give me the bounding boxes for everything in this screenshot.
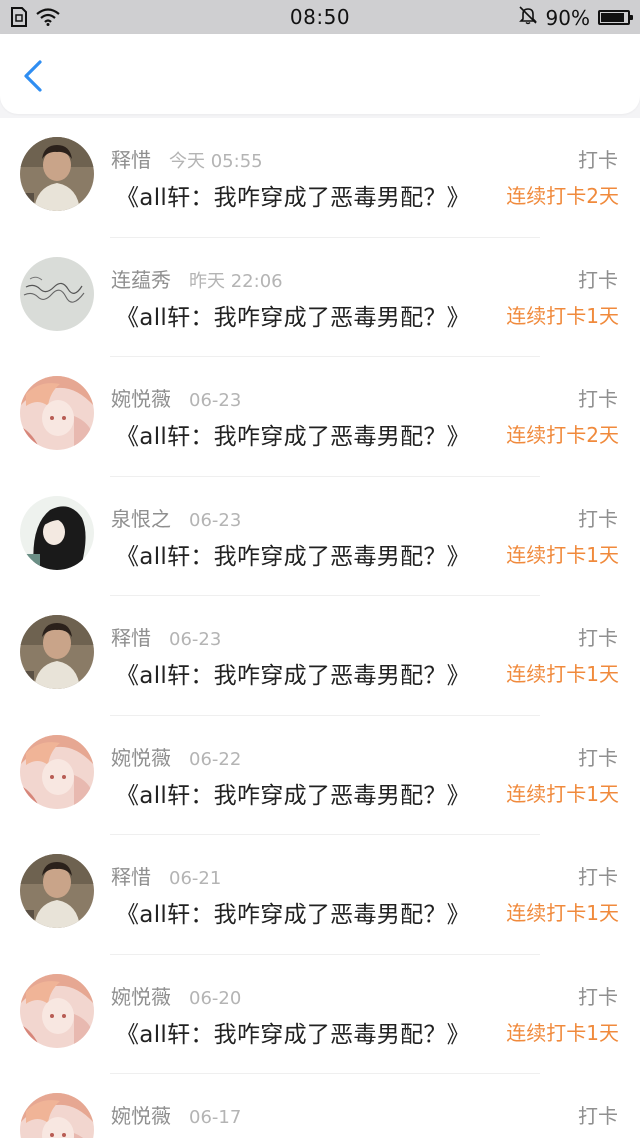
- streak-label: 连续打卡1天: [506, 303, 619, 328]
- book-title[interactable]: 《all轩：我咋穿成了恶毒男配？》: [116, 776, 470, 810]
- user-name[interactable]: 泉恨之: [111, 507, 171, 531]
- name-line: 释惜 06-23: [111, 622, 221, 651]
- streak-label: 连续打卡1天: [506, 662, 619, 686]
- post-time: 06-23: [189, 509, 242, 531]
- checkin-tag: 打卡: [578, 745, 618, 770]
- avatar-anime-girl[interactable]: [20, 1093, 94, 1138]
- user-name[interactable]: 婉悦薇: [111, 1104, 171, 1128]
- checkin-tag: 打卡: [578, 148, 618, 172]
- name-line: 释惜 今天 05:55: [111, 144, 263, 173]
- post-time: 今天 05:55: [169, 151, 263, 172]
- back-button[interactable]: [14, 56, 54, 96]
- avatar-man[interactable]: [20, 615, 94, 689]
- streak-label: 连续打卡2天: [506, 184, 619, 208]
- post-time: 06-20: [189, 987, 242, 1009]
- avatar-dark-hair[interactable]: [20, 495, 94, 570]
- avatar-anime-girl[interactable]: [20, 973, 94, 1048]
- streak-label: 连续打卡1天: [506, 781, 619, 806]
- book-title[interactable]: 《all轩：我咋穿成了恶毒男配？》: [116, 298, 470, 332]
- user-name[interactable]: 婉悦薇: [111, 985, 171, 1009]
- chevron-left-icon: [24, 60, 42, 92]
- user-name[interactable]: 释惜: [111, 865, 151, 889]
- name-line: 连蕴秀 昨天 22:06: [111, 264, 283, 293]
- post-time: 06-23: [169, 629, 222, 650]
- screen: 08:50 90% 释惜 今天 05:55 《all轩：我咋穿成了恶毒男配？》 …: [0, 0, 640, 1138]
- battery-percent: 90%: [545, 5, 590, 30]
- streak-label: 连续打卡1天: [506, 1020, 619, 1045]
- checkin-tag: 打卡: [578, 506, 618, 531]
- nav-bar: [0, 34, 640, 114]
- list-item-1[interactable]: 释惜 今天 05:55 《all轩：我咋穿成了恶毒男配？》 打卡 连续打卡2天: [0, 118, 640, 238]
- checkin-tag: 打卡: [578, 984, 618, 1009]
- streak-label: 连续打卡1天: [506, 542, 619, 567]
- post-time: 06-22: [189, 748, 242, 770]
- status-right: 90%: [518, 5, 633, 30]
- name-line: 释惜 06-21: [111, 861, 221, 890]
- user-name[interactable]: 释惜: [111, 626, 151, 650]
- checkin-list: 释惜 今天 05:55 《all轩：我咋穿成了恶毒男配？》 打卡 连续打卡2天 连…: [0, 118, 640, 1138]
- avatar-handwriting[interactable]: [20, 256, 94, 331]
- book-title[interactable]: 《all轩：我咋穿成了恶毒男配？》: [116, 1134, 470, 1138]
- name-line: 婉悦薇 06-23: [111, 383, 241, 412]
- battery-fill: [601, 13, 625, 22]
- name-line: 婉悦薇 06-22: [111, 742, 241, 771]
- list-item-3[interactable]: 婉悦薇 06-23 《all轩：我咋穿成了恶毒男配？》 打卡 连续打卡2天: [0, 357, 640, 477]
- checkin-tag: 打卡: [578, 267, 618, 292]
- status-bar: 08:50 90%: [0, 0, 640, 34]
- streak-label: 连续打卡2天: [506, 423, 619, 447]
- avatar-anime-girl[interactable]: [20, 734, 94, 809]
- list-item-9[interactable]: 婉悦薇 06-17 《all轩：我咋穿成了恶毒男配？》 打卡: [0, 1074, 640, 1138]
- user-name[interactable]: 连蕴秀: [111, 268, 171, 292]
- book-title[interactable]: 《all轩：我咋穿成了恶毒男配？》: [116, 178, 470, 212]
- book-title[interactable]: 《all轩：我咋穿成了恶毒男配？》: [116, 1015, 470, 1049]
- post-time: 06-21: [169, 868, 222, 889]
- book-title[interactable]: 《all轩：我咋穿成了恶毒男配？》: [116, 537, 470, 571]
- streak-label: 连续打卡1天: [506, 901, 619, 925]
- name-line: 婉悦薇 06-20: [111, 981, 241, 1010]
- user-name[interactable]: 婉悦薇: [111, 387, 171, 411]
- list-item-4[interactable]: 泉恨之 06-23 《all轩：我咋穿成了恶毒男配？》 打卡 连续打卡1天: [0, 476, 640, 596]
- list-item-5[interactable]: 释惜 06-23 《all轩：我咋穿成了恶毒男配？》 打卡 连续打卡1天: [0, 596, 640, 716]
- post-time: 06-17: [189, 1107, 242, 1128]
- list-item-2[interactable]: 连蕴秀 昨天 22:06 《all轩：我咋穿成了恶毒男配？》 打卡 连续打卡1天: [0, 237, 640, 357]
- list-item-8[interactable]: 婉悦薇 06-20 《all轩：我咋穿成了恶毒男配？》 打卡 连续打卡1天: [0, 954, 640, 1074]
- name-line: 婉悦薇 06-17: [111, 1100, 241, 1129]
- book-title[interactable]: 《all轩：我咋穿成了恶毒男配？》: [116, 656, 470, 690]
- bell-muted-icon: [518, 5, 538, 30]
- checkin-tag: 打卡: [578, 865, 618, 889]
- checkin-tag: 打卡: [578, 626, 618, 650]
- user-name[interactable]: 婉悦薇: [111, 746, 171, 770]
- avatar-anime-girl[interactable]: [20, 376, 94, 450]
- avatar-man[interactable]: [20, 854, 94, 928]
- checkin-tag: 打卡: [578, 387, 618, 411]
- post-time: 昨天 22:06: [189, 270, 283, 292]
- post-time: 06-23: [189, 390, 242, 411]
- book-title[interactable]: 《all轩：我咋穿成了恶毒男配？》: [116, 417, 470, 451]
- name-line: 泉恨之 06-23: [111, 503, 241, 532]
- list-item-7[interactable]: 释惜 06-21 《all轩：我咋穿成了恶毒男配？》 打卡 连续打卡1天: [0, 835, 640, 955]
- checkin-tag: 打卡: [578, 1104, 618, 1128]
- avatar-man[interactable]: [20, 137, 94, 211]
- battery-icon: [598, 10, 633, 25]
- user-name[interactable]: 释惜: [111, 148, 151, 172]
- book-title[interactable]: 《all轩：我咋穿成了恶毒男配？》: [116, 895, 470, 929]
- list-item-6[interactable]: 婉悦薇 06-22 《all轩：我咋穿成了恶毒男配？》 打卡 连续打卡1天: [0, 715, 640, 835]
